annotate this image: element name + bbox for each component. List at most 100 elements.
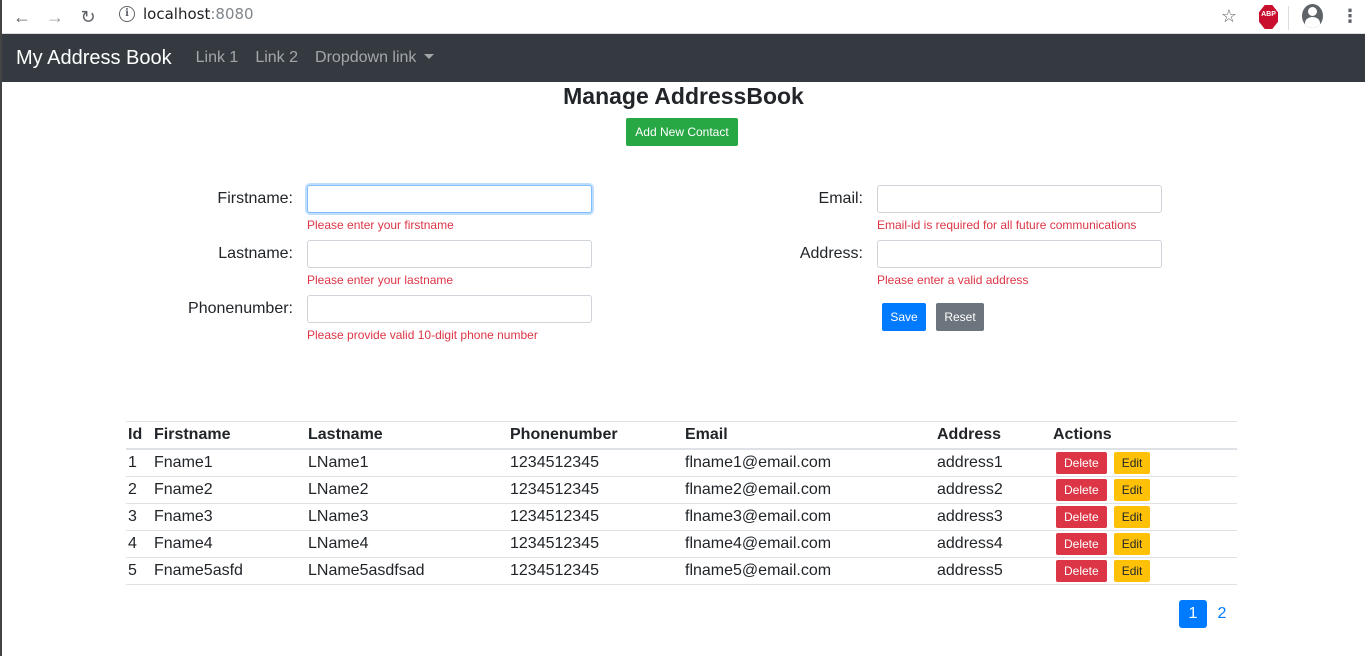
cell-actions: Delete Edit <box>1051 476 1237 504</box>
cell-phone: 1234512345 <box>508 476 683 504</box>
table-row: 1 Fname1 LName1 1234512345 flname1@email… <box>126 449 1237 477</box>
lastname-label: Lastname: <box>218 245 293 262</box>
email-input[interactable] <box>877 185 1162 213</box>
account-icon[interactable] <box>1302 4 1323 28</box>
adblock-extension-icon[interactable]: ABP <box>1259 5 1278 29</box>
phonenumber-error: Please provide valid 10-digit phone numb… <box>307 328 538 342</box>
nav-link-1[interactable]: Link 1 <box>196 49 239 67</box>
cell-phone: 1234512345 <box>508 557 683 585</box>
cell-actions: Delete Edit <box>1051 449 1237 477</box>
cell-address: address3 <box>935 503 1051 531</box>
table-row: 5 Fname5asfd LName5asdfsad 1234512345 fl… <box>126 557 1237 585</box>
cell-id: 3 <box>126 503 152 531</box>
toolbar-divider <box>1288 6 1289 30</box>
delete-button[interactable]: Delete <box>1056 506 1107 528</box>
cell-firstname: Fname5asfd <box>152 557 306 585</box>
cell-lastname: LName2 <box>306 476 508 504</box>
cell-lastname: LName4 <box>306 530 508 558</box>
cell-firstname: Fname2 <box>152 476 306 504</box>
lastname-input[interactable] <box>307 240 592 268</box>
browser-toolbar: ← → ↻ i localhost:8080 ☆ ABP ⋮ <box>2 0 1365 34</box>
cell-firstname: Fname4 <box>152 530 306 558</box>
navbar: My Address Book Link 1 Link 2 Dropdown l… <box>2 34 1365 82</box>
phonenumber-label: Phonenumber: <box>188 300 293 317</box>
cell-phone: 1234512345 <box>508 449 683 477</box>
edit-button[interactable]: Edit <box>1113 452 1151 474</box>
cell-actions: Delete Edit <box>1051 530 1237 558</box>
phonenumber-input[interactable] <box>307 295 592 323</box>
firstname-label: Firstname: <box>217 190 293 207</box>
cell-address: address5 <box>935 557 1051 585</box>
pagination-page-2[interactable]: 2 <box>1208 600 1236 628</box>
email-error: Email-id is required for all future comm… <box>877 218 1137 232</box>
url-host: localhost <box>143 5 211 23</box>
cell-id: 4 <box>126 530 152 558</box>
column-header-address: Address <box>935 421 1051 450</box>
edit-button[interactable]: Edit <box>1113 560 1151 582</box>
table-row: 2 Fname2 LName2 1234512345 flname2@email… <box>126 476 1237 504</box>
cell-email: flname5@email.com <box>683 557 935 585</box>
save-button[interactable]: Save <box>882 303 926 331</box>
cell-email: flname3@email.com <box>683 503 935 531</box>
cell-actions: Delete Edit <box>1051 503 1237 531</box>
table-header-row: Id Firstname Lastname Phonenumber Email … <box>126 421 1237 450</box>
edit-button[interactable]: Edit <box>1113 506 1151 528</box>
cell-lastname: LName5asdfsad <box>306 557 508 585</box>
cell-actions: Delete Edit <box>1051 557 1237 585</box>
back-arrow-icon[interactable]: ← <box>10 5 34 29</box>
reset-button[interactable]: Reset <box>936 303 984 331</box>
column-header-email: Email <box>683 421 935 450</box>
delete-button[interactable]: Delete <box>1056 452 1107 474</box>
contacts-table: Id Firstname Lastname Phonenumber Email … <box>126 421 1237 585</box>
address-bar[interactable]: localhost:8080 <box>143 5 254 23</box>
caret-down-icon <box>424 54 435 59</box>
address-input[interactable] <box>877 240 1162 268</box>
page-title: Manage AddressBook <box>563 83 804 109</box>
table-row: 4 Fname4 LName4 1234512345 flname4@email… <box>126 530 1237 558</box>
bookmark-star-icon[interactable]: ☆ <box>1217 4 1241 28</box>
firstname-error: Please enter your firstname <box>307 218 454 232</box>
cell-email: flname2@email.com <box>683 476 935 504</box>
lastname-error: Please enter your lastname <box>307 273 454 287</box>
cell-phone: 1234512345 <box>508 530 683 558</box>
adblock-label: ABP <box>1261 11 1276 18</box>
column-header-phonenumber: Phonenumber <box>508 421 683 450</box>
nav-dropdown-label: Dropdown link <box>315 49 417 66</box>
site-info-icon[interactable]: i <box>119 6 135 22</box>
cell-address: address2 <box>935 476 1051 504</box>
browser-menu-icon[interactable]: ⋮ <box>1338 4 1362 28</box>
cell-lastname: LName3 <box>306 503 508 531</box>
pagination-page-1[interactable]: 1 <box>1179 600 1207 628</box>
cell-id: 1 <box>126 449 152 477</box>
address-error: Please enter a valid address <box>877 273 1029 287</box>
firstname-input[interactable] <box>307 185 592 213</box>
cell-phone: 1234512345 <box>508 503 683 531</box>
cell-address: address1 <box>935 449 1051 477</box>
cell-id: 2 <box>126 476 152 504</box>
delete-button[interactable]: Delete <box>1056 533 1107 555</box>
reload-icon[interactable]: ↻ <box>76 5 100 29</box>
delete-button[interactable]: Delete <box>1056 560 1107 582</box>
url-port: :8080 <box>210 5 254 23</box>
edit-button[interactable]: Edit <box>1113 533 1151 555</box>
cell-email: flname1@email.com <box>683 449 935 477</box>
navbar-brand[interactable]: My Address Book <box>16 47 172 70</box>
column-header-actions: Actions <box>1051 421 1237 450</box>
cell-firstname: Fname3 <box>152 503 306 531</box>
column-header-lastname: Lastname <box>306 421 508 450</box>
cell-address: address4 <box>935 530 1051 558</box>
nav-link-2[interactable]: Link 2 <box>255 49 298 67</box>
cell-email: flname4@email.com <box>683 530 935 558</box>
cell-id: 5 <box>126 557 152 585</box>
add-new-contact-button[interactable]: Add New Contact <box>626 118 738 146</box>
edit-button[interactable]: Edit <box>1113 479 1151 501</box>
delete-button[interactable]: Delete <box>1056 479 1107 501</box>
column-header-firstname: Firstname <box>152 421 306 450</box>
forward-arrow-icon[interactable]: → <box>43 5 67 29</box>
cell-lastname: LName1 <box>306 449 508 477</box>
cell-firstname: Fname1 <box>152 449 306 477</box>
email-label: Email: <box>818 190 863 207</box>
column-header-id: Id <box>126 421 152 450</box>
table-row: 3 Fname3 LName3 1234512345 flname3@email… <box>126 503 1237 531</box>
nav-dropdown-link[interactable]: Dropdown link <box>315 49 435 67</box>
